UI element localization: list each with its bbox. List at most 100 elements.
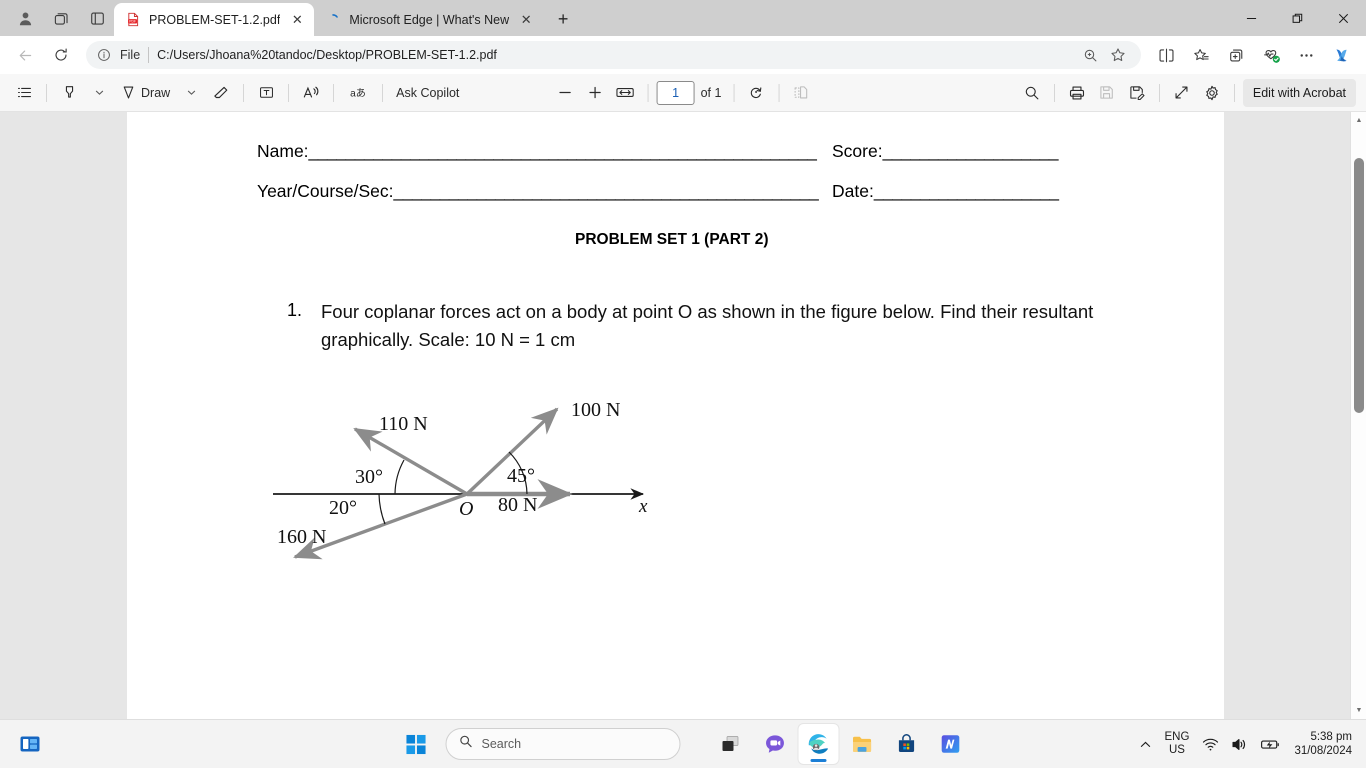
clock[interactable]: 5:38 pm 31/08/2024	[1290, 730, 1358, 758]
file-explorer-icon[interactable]	[843, 724, 883, 764]
tab-bar-left-controls	[0, 0, 114, 36]
highlighter-button[interactable]	[55, 79, 83, 107]
divider	[148, 47, 150, 63]
draw-options-chevron-down-icon[interactable]	[177, 79, 205, 107]
translate-button[interactable]: aあ	[342, 79, 374, 107]
browser-address-bar: File C:/Users/Jhoana%20tandoc/Desktop/PR…	[0, 36, 1366, 74]
tab-microsoft-edge-whats-new[interactable]: Microsoft Edge | What's New ✕	[314, 3, 543, 36]
vertical-scrollbar[interactable]: ▲ ▼	[1350, 112, 1366, 719]
tab-problem-set-pdf[interactable]: PDF PROBLEM-SET-1.2.pdf ✕	[114, 3, 315, 36]
save-disk-icon[interactable]	[1093, 79, 1121, 107]
ask-copilot-label: Ask Copilot	[396, 85, 460, 100]
document-content: Name:___________________________________…	[127, 112, 1224, 719]
info-circle-icon	[96, 47, 112, 63]
printer-icon[interactable]	[1063, 79, 1091, 107]
workspaces-icon[interactable]	[44, 3, 78, 33]
angle-label-30: 30°	[355, 466, 383, 488]
widgets-icon[interactable]	[10, 724, 50, 764]
table-of-contents-button[interactable]	[10, 79, 38, 107]
restore-button[interactable]	[1274, 0, 1320, 36]
clock-date: 31/08/2024	[1294, 745, 1352, 757]
zoom-out-button[interactable]	[551, 79, 579, 107]
chat-teams-icon[interactable]	[755, 724, 795, 764]
edit-with-acrobat-button[interactable]: Edit with Acrobat	[1242, 78, 1356, 107]
refresh-icon[interactable]	[44, 40, 78, 70]
wifi-icon[interactable]	[1199, 727, 1222, 761]
fit-to-width-icon[interactable]	[611, 79, 640, 107]
scroll-down-arrow-icon[interactable]: ▼	[1351, 702, 1366, 719]
divider	[647, 83, 649, 102]
toolbar-right-icons	[1149, 40, 1358, 70]
zoom-search-icon[interactable]	[1077, 43, 1103, 67]
taskbar-search-box[interactable]: Search	[445, 728, 681, 760]
save-as-icon[interactable]	[1123, 79, 1151, 107]
close-button[interactable]	[1320, 0, 1366, 36]
scrollbar-thumb[interactable]	[1354, 158, 1364, 413]
pdf-toolbar-right: Edit with Acrobat	[1018, 78, 1356, 107]
read-aloud-button[interactable]	[297, 79, 325, 107]
ask-copilot-button[interactable]: Ask Copilot	[391, 79, 464, 107]
favorites-list-icon[interactable]	[1184, 40, 1218, 70]
divider	[733, 83, 735, 102]
url-text: C:/Users/Jhoana%20tandoc/Desktop/PROBLEM…	[157, 48, 497, 62]
volume-icon[interactable]	[1228, 727, 1251, 761]
divider	[333, 83, 335, 102]
close-icon[interactable]: ✕	[288, 11, 306, 29]
taskbar-left	[10, 724, 50, 764]
collections-add-icon[interactable]	[1219, 40, 1253, 70]
minimize-button[interactable]	[1228, 0, 1274, 36]
address-input[interactable]: File C:/Users/Jhoana%20tandoc/Desktop/PR…	[86, 41, 1141, 69]
system-tray: ENG US 5:38 pm 31/08/2024	[1136, 727, 1358, 761]
fullscreen-arrows-icon[interactable]	[1168, 79, 1196, 107]
microsoft-store-icon[interactable]	[887, 724, 927, 764]
page-view-icon[interactable]	[787, 79, 815, 107]
loading-spinner-icon	[325, 12, 341, 28]
edge-icon[interactable]	[798, 724, 839, 764]
pdf-file-icon: PDF	[125, 12, 141, 28]
language-indicator[interactable]: ENG US	[1161, 731, 1194, 757]
browser-essentials-icon[interactable]	[1254, 40, 1288, 70]
windows-start-icon[interactable]	[396, 724, 436, 764]
new-tab-button[interactable]: +	[547, 4, 579, 34]
more-settings-ellipsis-icon[interactable]	[1289, 40, 1323, 70]
year-course-sec-field-label: Year/Course/Sec:________________________…	[257, 181, 819, 201]
highlighter-options-chevron-down-icon[interactable]	[85, 79, 113, 107]
angle-label-20: 20°	[329, 497, 357, 519]
divider	[46, 83, 47, 102]
origin-label-O: O	[459, 498, 473, 520]
window-controls	[1228, 0, 1366, 36]
tab-actions-icon[interactable]	[80, 3, 114, 33]
force-label-100N: 100 N	[571, 399, 620, 421]
zoom-in-button[interactable]	[581, 79, 609, 107]
close-icon[interactable]: ✕	[517, 11, 535, 29]
person-avatar-icon[interactable]	[8, 3, 42, 33]
add-text-box-button[interactable]	[252, 79, 280, 107]
gear-icon[interactable]	[1198, 79, 1226, 107]
rotate-icon[interactable]	[742, 79, 770, 107]
battery-charging-icon[interactable]	[1257, 727, 1284, 761]
copilot-icon[interactable]	[1324, 40, 1358, 70]
date-field-label: Date:____________________	[832, 181, 1059, 201]
favorite-star-icon[interactable]	[1105, 43, 1131, 67]
omnibox-right-icons	[1077, 43, 1131, 67]
language-line-2: US	[1168, 744, 1185, 756]
force-label-80N: 80 N	[498, 494, 537, 516]
eraser-button[interactable]	[207, 79, 235, 107]
page-number-input[interactable]	[656, 80, 695, 105]
force-label-160N: 160 N	[277, 526, 326, 548]
split-screen-icon[interactable]	[1149, 40, 1183, 70]
blue-m-app-icon[interactable]	[931, 724, 971, 764]
divider	[243, 83, 245, 102]
pdf-page-controls: of 1	[551, 79, 816, 107]
page-title: PROBLEM SET 1 (PART 2)	[575, 231, 769, 248]
search-icon[interactable]	[1018, 79, 1046, 107]
task-view-icon[interactable]	[711, 724, 751, 764]
pdf-page: Name:___________________________________…	[127, 112, 1224, 719]
windows-taskbar: Search ENG US 5:38 pm 31/08/2024	[0, 719, 1366, 768]
tray-overflow-chevron-up-icon[interactable]	[1136, 727, 1155, 761]
scroll-up-arrow-icon[interactable]: ▲	[1351, 112, 1366, 129]
force-diagram: 110 N 100 N 80 N 160 N 30° 45° 20° O x	[255, 387, 665, 582]
draw-button[interactable]: Draw	[115, 79, 175, 107]
svg-text:PDF: PDF	[129, 20, 136, 24]
back-arrow-icon[interactable]	[8, 40, 42, 70]
